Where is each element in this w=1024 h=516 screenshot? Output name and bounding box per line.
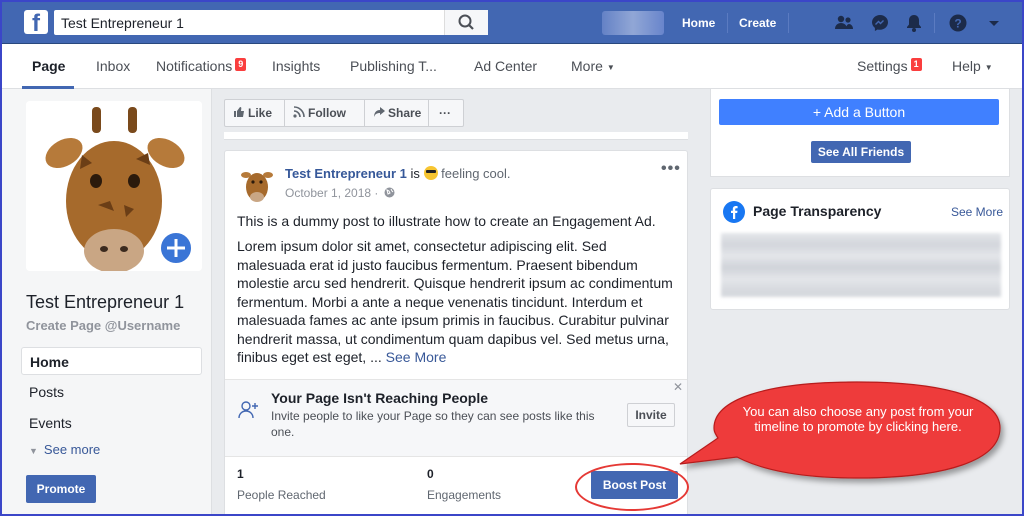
promote-button[interactable]: Promote <box>26 475 96 503</box>
chevron-down-icon: ▼ <box>29 446 38 456</box>
post-avatar[interactable] <box>237 163 277 203</box>
see-more-label: See more <box>43 442 101 457</box>
rss-icon <box>293 106 305 118</box>
svg-text:?: ? <box>954 17 961 31</box>
create-username-link[interactable]: Create Page @Username <box>26 318 180 333</box>
page-transparency-card: Page Transparency See More <box>710 188 1010 310</box>
feeling-prefix: is <box>410 166 420 181</box>
search-icon <box>458 14 474 30</box>
add-person-icon <box>238 401 258 419</box>
messenger-icon[interactable] <box>870 13 890 33</box>
like-label: Like <box>248 106 273 120</box>
reach-title: Your Page Isn't Reaching People <box>271 390 489 406</box>
highlight-oval <box>575 463 689 511</box>
follow-button[interactable]: Follow <box>285 100 365 126</box>
facebook-circle-icon <box>723 201 745 223</box>
page-title: Test Entrepreneur 1 <box>26 292 185 312</box>
left-sidebar: Test Entrepreneur 1 Create Page @Usernam… <box>2 89 212 514</box>
home-link[interactable]: Home <box>682 16 715 30</box>
add-a-button[interactable]: + Add a Button <box>719 99 999 125</box>
see-more-link[interactable]: See More <box>386 349 447 365</box>
tab-page[interactable]: Page <box>32 58 65 74</box>
tab-settings-label: Settings <box>857 58 908 74</box>
help-icon[interactable]: ? <box>948 13 968 33</box>
post-body: Lorem ipsum dolor sit amet, consectetur … <box>237 237 673 367</box>
post-author-line: Test Entrepreneur 1 is feeling cool. <box>285 166 511 181</box>
engagements-count: 0 <box>427 467 434 481</box>
right-top-card: + Add a Button See All Friends <box>710 89 1010 177</box>
share-button[interactable]: Share <box>365 100 429 126</box>
cool-emoji-icon <box>423 166 438 180</box>
share-label: Share <box>388 106 422 120</box>
tab-more[interactable]: More ▼ <box>571 58 615 74</box>
post-headline: This is a dummy post to illustrate how t… <box>237 213 656 229</box>
card-strip <box>224 132 688 140</box>
divider <box>727 13 728 33</box>
tab-publishing-tools[interactable]: Publishing T... <box>350 58 437 74</box>
callout-text: You can also choose any post from your t… <box>742 404 974 434</box>
tab-help-label: Help <box>952 58 981 74</box>
see-all-friends-button[interactable]: See All Friends <box>811 141 911 163</box>
page-nav: Page Inbox Notifications 9 Insights Publi… <box>2 44 1022 89</box>
top-bar: f Home Create <box>2 2 1022 44</box>
friends-icon[interactable] <box>834 13 854 33</box>
bell-icon[interactable] <box>904 13 924 33</box>
tab-notifications-label: Notifications <box>156 58 233 74</box>
reach-prompt: Your Page Isn't Reaching People Invite p… <box>225 379 687 457</box>
sidebar-see-more[interactable]: ▼ See more <box>29 442 100 457</box>
tab-settings[interactable]: Settings 1 <box>857 58 922 74</box>
sidebar-item-events[interactable]: Events <box>21 409 202 437</box>
engagements-label: Engagements <box>427 488 502 502</box>
follow-label: Follow <box>308 106 346 120</box>
people-reached-count: 1 <box>237 467 244 481</box>
caret-down-icon: ▼ <box>606 62 615 72</box>
app-frame: f Home Create <box>2 2 1022 514</box>
like-button[interactable]: Like <box>225 100 285 126</box>
divider <box>788 13 789 33</box>
sidebar-item-home[interactable]: Home <box>21 347 202 375</box>
reach-text: Invite people to like your Page so they … <box>271 409 595 439</box>
tab-ad-center[interactable]: Ad Center <box>474 58 537 74</box>
add-photo-button[interactable] <box>158 230 194 266</box>
search-input[interactable] <box>54 10 444 35</box>
facebook-logo-icon[interactable]: f <box>24 10 48 34</box>
search-button[interactable] <box>444 10 488 35</box>
close-icon[interactable]: ✕ <box>673 380 683 394</box>
feeling-text: feeling cool. <box>441 166 511 181</box>
tab-more-label: More <box>571 58 603 74</box>
post-author-link[interactable]: Test Entrepreneur 1 <box>285 166 407 181</box>
post-date-text: October 1, 2018 · <box>285 186 379 200</box>
profile-avatar-blurred[interactable] <box>602 11 664 35</box>
divider <box>934 13 935 33</box>
notifications-badge: 9 <box>235 58 247 71</box>
share-arrow-icon <box>374 107 385 117</box>
giraffe-avatar-icon <box>237 163 277 203</box>
caret-icon[interactable] <box>984 13 1004 33</box>
tab-help[interactable]: Help ▼ <box>952 58 993 74</box>
post-timestamp[interactable]: October 1, 2018 · <box>285 186 395 200</box>
sidebar-item-posts[interactable]: Posts <box>21 378 202 406</box>
plus-icon <box>167 239 185 257</box>
tab-inbox[interactable]: Inbox <box>96 58 130 74</box>
invite-button[interactable]: Invite <box>627 403 675 427</box>
tab-insights[interactable]: Insights <box>272 58 320 74</box>
page-action-bar: Like Follow Share ··· <box>224 99 464 127</box>
people-reached-label: People Reached <box>237 488 326 502</box>
settings-badge: 1 <box>910 58 922 71</box>
page-transparency-title: Page Transparency <box>753 203 882 219</box>
caret-down-icon: ▼ <box>984 62 993 72</box>
post-options-button[interactable]: ••• <box>661 160 681 178</box>
search-box <box>54 10 488 35</box>
post-body-text: Lorem ipsum dolor sit amet, consectetur … <box>237 238 673 365</box>
blurred-content <box>721 233 1001 297</box>
post-card: Test Entrepreneur 1 is feeling cool. Oct… <box>224 150 688 514</box>
globe-icon <box>384 187 395 198</box>
more-options-button[interactable]: ··· <box>429 100 463 126</box>
tab-notifications[interactable]: Notifications 9 <box>156 58 247 74</box>
thumbs-up-icon <box>234 107 244 117</box>
transparency-see-more-link[interactable]: See More <box>951 205 1003 219</box>
create-link[interactable]: Create <box>739 16 776 30</box>
